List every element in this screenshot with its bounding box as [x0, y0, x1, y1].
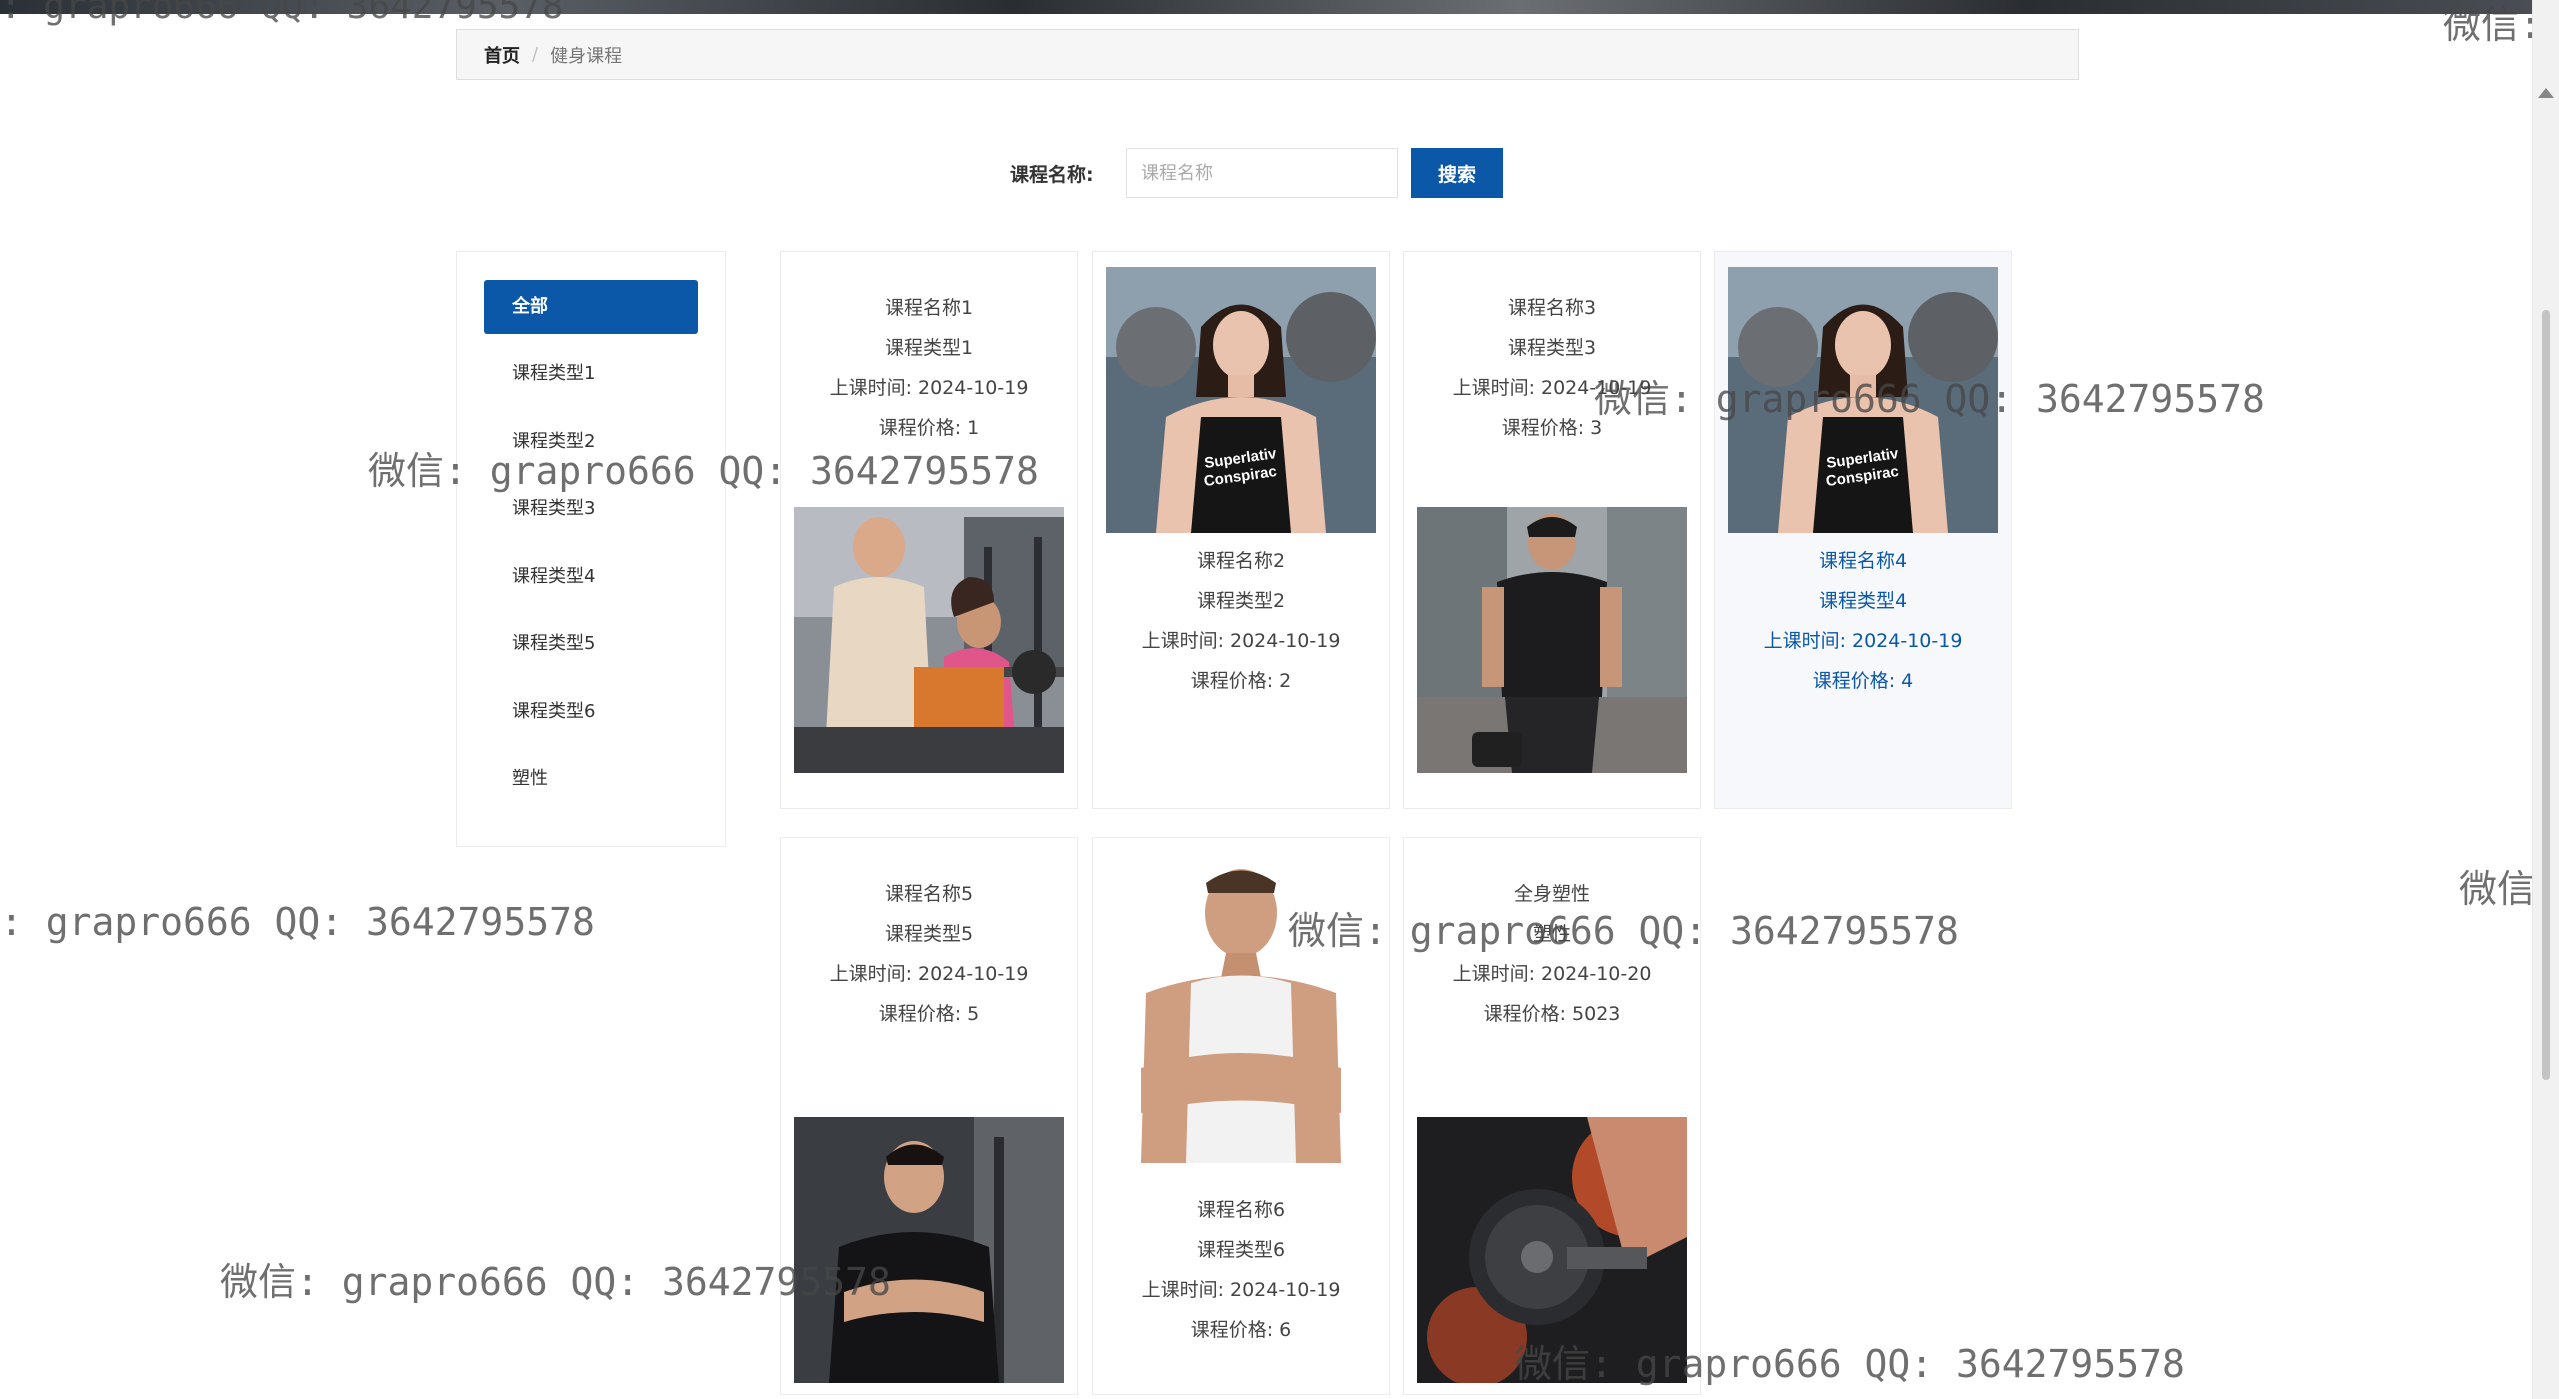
scrollbar-thumb[interactable]: [2542, 310, 2550, 1080]
course-name: 课程名称6: [1196, 1199, 1286, 1221]
course-card-3[interactable]: 课程名称3 课程类型3 上课时间: 2024-10-19 课程价格: 3: [1403, 251, 1701, 809]
course-card-2[interactable]: Superlativ Conspirac 课程名称2 课程类型2 上课时间: 2…: [1092, 251, 1390, 809]
course-image-man-arms-crossed[interactable]: [794, 1117, 1064, 1383]
course-price: 课程价格: 1: [878, 417, 980, 439]
course-image-dumbbell[interactable]: [1417, 1117, 1687, 1383]
course-type: 塑性: [1532, 923, 1571, 945]
sidebar-item-all[interactable]: 全部: [484, 280, 698, 334]
scroll-up-arrow-icon[interactable]: [2538, 88, 2554, 98]
page-scrollbar[interactable]: [2532, 0, 2559, 1399]
course-card-7[interactable]: 全身塑性 塑性 上课时间: 2024-10-20 课程价格: 5023: [1403, 837, 1701, 1395]
course-type: 课程类型3: [1507, 337, 1597, 359]
course-time: 上课时间: 2024-10-19: [1452, 377, 1652, 399]
course-image-muscular-man[interactable]: [1106, 853, 1376, 1163]
sidebar-item-type5[interactable]: 课程类型5: [484, 617, 698, 671]
sidebar-item-type2[interactable]: 课程类型2: [484, 415, 698, 469]
course-card-1[interactable]: 课程名称1 课程类型1 上课时间: 2024-10-19 课程价格: 1: [780, 251, 1078, 809]
course-type: 课程类型6: [1196, 1239, 1286, 1261]
course-name: 课程名称5: [884, 883, 974, 905]
course-time: 上课时间: 2024-10-19: [829, 377, 1029, 399]
top-banner-strip: [0, 0, 2533, 14]
course-price: 课程价格: 5023: [1483, 1003, 1621, 1025]
sidebar-item-type6[interactable]: 课程类型6: [484, 685, 698, 739]
course-name: 课程名称3: [1507, 297, 1597, 319]
category-sidebar: 全部 课程类型1 课程类型2 课程类型3 课程类型4 课程类型5 课程类型6 塑…: [456, 251, 726, 847]
course-price: 课程价格: 4: [1812, 670, 1914, 692]
course-price: 课程价格: 3: [1501, 417, 1603, 439]
breadcrumb-current: 健身课程: [550, 45, 623, 67]
course-image-man-street[interactable]: [1417, 507, 1687, 773]
sidebar-item-type3[interactable]: 课程类型3: [484, 482, 698, 536]
breadcrumb-home[interactable]: 首页: [484, 42, 520, 68]
sidebar-item-type1[interactable]: 课程类型1: [484, 347, 698, 401]
course-image-woman-tank[interactable]: Superlativ Conspirac: [1728, 267, 1998, 533]
course-card-4[interactable]: Superlativ Conspirac 课程名称4 课程类型4 上课时间: 2…: [1714, 251, 2012, 809]
course-time: 上课时间: 2024-10-19: [1763, 630, 1963, 652]
course-time: 上课时间: 2024-10-20: [1452, 963, 1652, 985]
breadcrumb-separator: /: [532, 44, 539, 65]
course-type: 课程类型1: [884, 337, 974, 359]
course-name: 课程名称1: [884, 297, 974, 319]
course-type: 课程类型4: [1818, 590, 1908, 612]
course-time: 上课时间: 2024-10-19: [1141, 630, 1341, 652]
course-price: 课程价格: 6: [1190, 1319, 1292, 1341]
course-type: 课程类型5: [884, 923, 974, 945]
course-time: 上课时间: 2024-10-19: [1141, 1279, 1341, 1301]
search-input[interactable]: [1126, 148, 1398, 198]
course-name: 课程名称4: [1818, 550, 1908, 572]
sidebar-item-shaping[interactable]: 塑性: [484, 752, 698, 806]
course-time: 上课时间: 2024-10-19: [829, 963, 1029, 985]
search-label: 课程名称:: [1010, 164, 1094, 186]
course-image-trainer-assist[interactable]: [794, 507, 1064, 773]
course-name: 全身塑性: [1513, 883, 1590, 905]
sidebar-item-type4[interactable]: 课程类型4: [484, 550, 698, 604]
breadcrumb: 首页 / 健身课程: [456, 29, 2079, 80]
course-price: 课程价格: 2: [1190, 670, 1292, 692]
course-name: 课程名称2: [1196, 550, 1286, 572]
search-button[interactable]: 搜索: [1411, 148, 1503, 198]
course-card-6[interactable]: 课程名称6 课程类型6 上课时间: 2024-10-19 课程价格: 6: [1092, 837, 1390, 1395]
course-price: 课程价格: 5: [878, 1003, 980, 1025]
course-image-woman-tank[interactable]: Superlativ Conspirac: [1106, 267, 1376, 533]
watermark-3: : grapro666 QQ: 3642795578: [0, 900, 595, 944]
course-type: 课程类型2: [1196, 590, 1286, 612]
course-card-5[interactable]: 课程名称5 课程类型5 上课时间: 2024-10-19 课程价格: 5: [780, 837, 1078, 1395]
